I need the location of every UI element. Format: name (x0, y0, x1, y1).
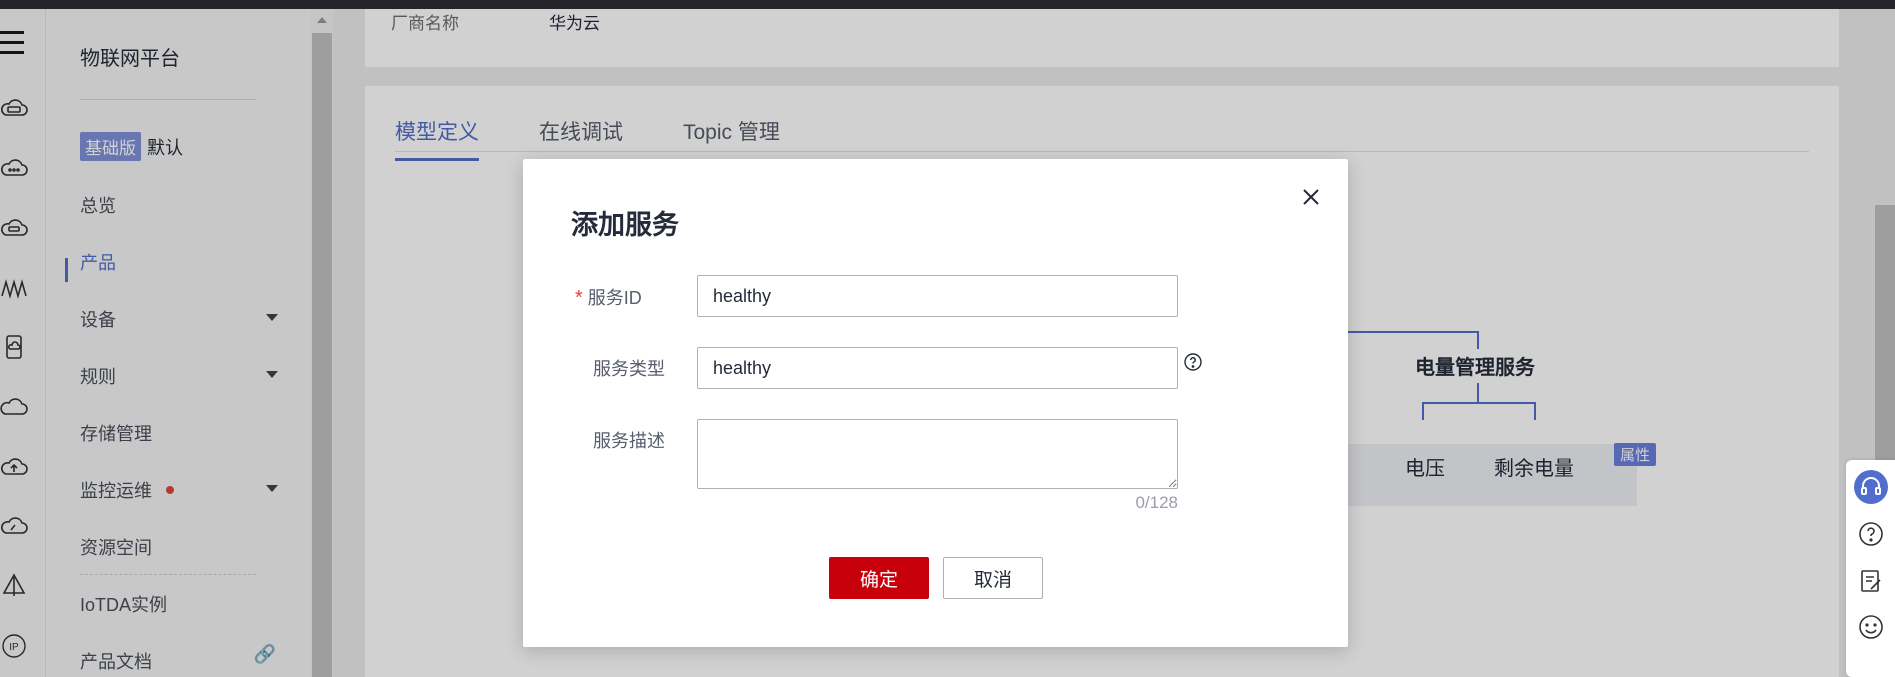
add-service-dialog: 添加服务 *服务ID 服务类型 服务描述 0/128 确定 取消 (523, 159, 1348, 647)
service-id-label: * 服务ID (575, 287, 642, 309)
help-circle-icon[interactable] (1854, 517, 1888, 551)
service-type-label: 服务类型 (593, 359, 665, 379)
smile-icon[interactable] (1854, 610, 1888, 644)
floating-toolbar (1846, 460, 1895, 677)
cancel-button[interactable]: 取消 (943, 557, 1043, 599)
service-desc-label: 服务描述 (593, 431, 665, 451)
confirm-button[interactable]: 确定 (829, 557, 929, 599)
service-desc-textarea[interactable] (697, 419, 1178, 489)
dialog-title: 添加服务 (571, 210, 679, 240)
service-id-input[interactable] (697, 275, 1178, 317)
required-mark: * (575, 287, 583, 309)
service-type-input[interactable] (697, 347, 1178, 389)
help-icon[interactable] (1183, 352, 1203, 372)
char-counter: 0/128 (1135, 493, 1178, 512)
close-icon[interactable] (1298, 184, 1324, 210)
headset-icon[interactable] (1854, 470, 1888, 504)
edit-note-icon[interactable] (1854, 564, 1888, 598)
